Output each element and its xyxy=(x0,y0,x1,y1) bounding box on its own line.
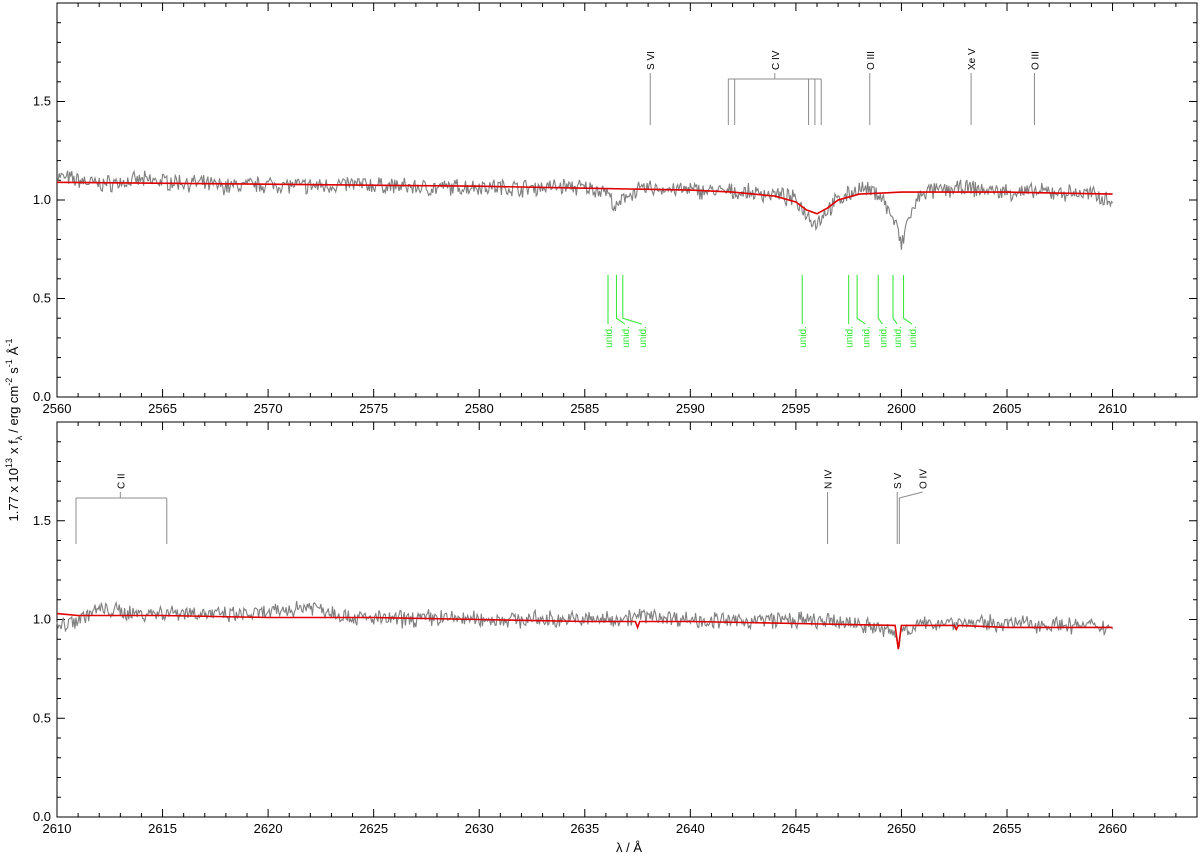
ident-label: S VI xyxy=(646,51,657,70)
ident-label: C II xyxy=(116,473,127,489)
unid-line xyxy=(892,274,898,325)
unid-line xyxy=(615,274,626,325)
spectrum-figure: 2560 2565 2570 2575 2580 2585 2590 2595 2600 2605… xyxy=(0,0,1200,857)
x-tick-label: 2610 xyxy=(1098,401,1127,416)
ident-label: N IV xyxy=(824,469,835,489)
ident-label: S V xyxy=(893,473,904,489)
x-tick-label: 2655 xyxy=(993,821,1022,836)
ident-label: O III xyxy=(866,51,877,70)
x-tick-label: 2605 xyxy=(993,401,1022,416)
x-tick-label: 2585 xyxy=(570,401,599,416)
x-tick-label: 2625 xyxy=(359,821,388,836)
x-tick-label: 2650 xyxy=(887,821,916,836)
x-tick-label: 2630 xyxy=(465,821,494,836)
observed-spectrum-line xyxy=(56,600,1114,650)
unid-label: unid. xyxy=(798,326,809,348)
y-tick-label: 1.0 xyxy=(33,612,51,627)
x-tick-label: 2590 xyxy=(676,401,705,416)
unid-label: unid. xyxy=(862,326,873,348)
unid-label: unid. xyxy=(604,326,615,348)
ident-label: O III xyxy=(1030,51,1041,70)
unid-label: unid. xyxy=(893,326,904,348)
ident-label: Xe V xyxy=(967,48,978,70)
y-axis-label: 1.77 x 1013x fλ/ erg cm-2s-1Å-1 xyxy=(4,339,24,522)
x-tick-label: 2595 xyxy=(781,401,810,416)
x-tick-label: 2620 xyxy=(254,821,283,836)
y-tick-label: 1.0 xyxy=(33,192,51,207)
ident-label: C IV xyxy=(771,50,782,70)
y-tick-label: 0.5 xyxy=(33,291,51,306)
x-tick-label: 2575 xyxy=(359,401,388,416)
unid-line xyxy=(856,274,866,325)
y-tick-label: 0.0 xyxy=(33,389,51,404)
y-tick-label: 1.5 xyxy=(33,94,51,109)
x-tick-label: 2600 xyxy=(887,401,916,416)
unid-label: unid. xyxy=(878,326,889,348)
lower-panel: 2610 2615 2620 2625 2630 2635 2640 2645 2650 2655… xyxy=(33,421,1198,836)
x-tick-label: 2580 xyxy=(465,401,494,416)
x-tick-label: 2645 xyxy=(781,821,810,836)
x-tick-label: 2660 xyxy=(1098,821,1127,836)
spectrum-svg: 2560 2565 2570 2575 2580 2585 2590 2595 2600 2605… xyxy=(4,2,1198,855)
unid-label: unid. xyxy=(908,326,919,348)
unid-line xyxy=(877,274,883,325)
x-axis-label: λ / Å xyxy=(616,840,642,855)
x-tick-label: 2570 xyxy=(254,401,283,416)
upper-panel: 2560 2565 2570 2575 2580 2585 2590 2595 2600 2605… xyxy=(33,2,1198,416)
y-tick-label: 0.5 xyxy=(33,710,51,725)
unid-label: unid. xyxy=(845,326,856,348)
unid-line xyxy=(622,274,642,325)
x-tick-label: 2635 xyxy=(570,821,599,836)
ident-stem xyxy=(899,491,923,499)
x-tick-label: 2565 xyxy=(148,401,177,416)
x-tick-label: 2640 xyxy=(676,821,705,836)
observed-spectrum-line xyxy=(56,169,1114,250)
y-tick-label: 0.0 xyxy=(33,809,51,824)
unid-line xyxy=(903,274,913,325)
x-tick-label: 2615 xyxy=(148,821,177,836)
unid-label: unid. xyxy=(621,326,632,348)
unid-label: unid. xyxy=(638,326,649,348)
y-tick-label: 1.5 xyxy=(33,513,51,528)
ident-label: O IV xyxy=(919,469,930,489)
